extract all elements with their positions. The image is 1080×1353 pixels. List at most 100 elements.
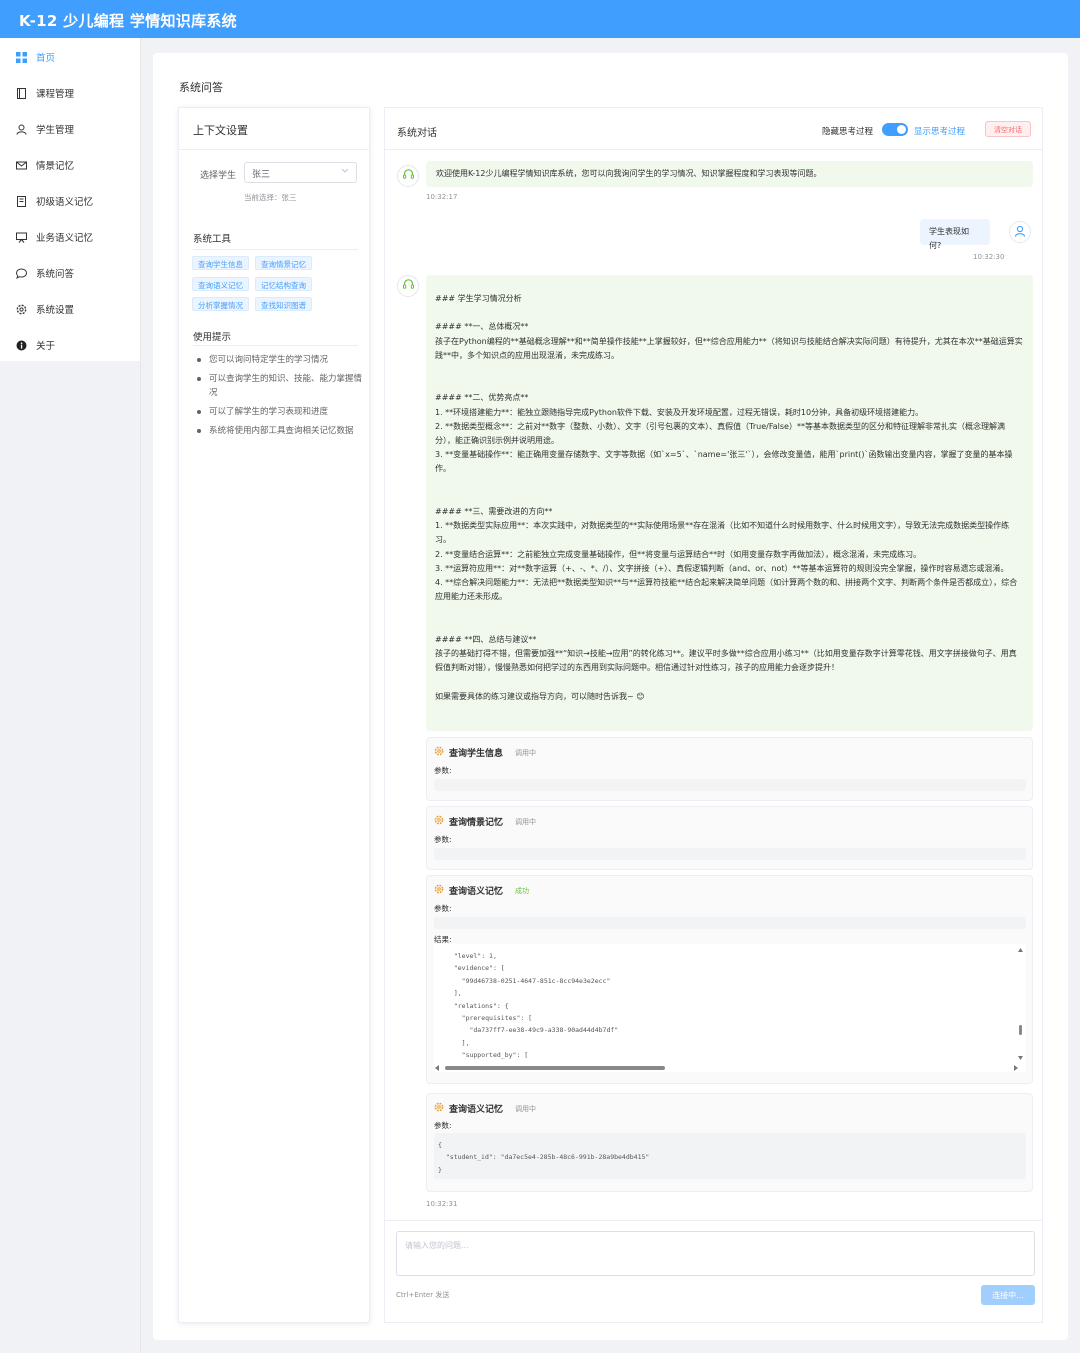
show-thinking-label: 显示思考过程 (914, 127, 966, 137)
notebook-icon (15, 195, 27, 207)
page-title: 系统问答 (179, 81, 223, 94)
tool-tag-query-student[interactable]: 查询学生信息 (192, 256, 249, 270)
message-timestamp: 10:32:17 (426, 193, 458, 201)
divider (385, 1220, 1042, 1221)
chat-icon (15, 267, 27, 279)
sidebar: 首页 课程管理 学生管理 情景记忆 初级语义记忆 业务语义记忆 系统问答 系统设… (0, 38, 141, 361)
tool-status: 成功 (515, 886, 530, 895)
vertical-scrollbar[interactable] (1017, 944, 1024, 1066)
message-timestamp: 10:32:31 (426, 1200, 458, 1208)
tools-section-title: 系统工具 (193, 234, 232, 245)
current-selection: 当前选择：张三 (244, 193, 297, 202)
thinking-toggle[interactable] (882, 123, 908, 136)
sidebar-item-basic-semantic-memory[interactable]: 初级语义记忆 (0, 183, 141, 219)
tool-tag-query-semantic[interactable]: 查询语义记忆 (192, 277, 249, 291)
user-message: 学生表现如何? (920, 219, 990, 250)
tool-tag-query-episodic[interactable]: 查询情景记忆 (255, 256, 312, 270)
book-icon (15, 87, 27, 99)
headset-icon (402, 278, 415, 294)
tool-status: 调用中 (515, 817, 537, 826)
headset-icon (402, 168, 415, 184)
sidebar-item-business-semantic-memory[interactable]: 业务语义记忆 (0, 219, 141, 255)
tool-call-card: 查询语义记忆 调用中 参数: { "student_id": "da7ec5e4… (426, 1093, 1033, 1192)
params-box (434, 848, 1026, 860)
context-panel-title: 上下文设置 (179, 108, 369, 150)
grid-icon (15, 51, 27, 63)
divider (193, 249, 358, 250)
sidebar-item-settings[interactable]: 系统设置 (0, 291, 141, 327)
sidebar-item-system-qa[interactable]: 系统问答 (0, 255, 141, 291)
tool-tag-knowledge-graph[interactable]: 查找知识图谱 (255, 297, 312, 311)
sidebar-item-label: 初级语义记忆 (36, 197, 94, 208)
divider (193, 345, 358, 346)
tip-item: 可以查询学生的知识、技能、能力掌握情况 (193, 372, 363, 400)
params-label: 参数: (434, 835, 452, 844)
sidebar-item-home[interactable]: 首页 (0, 39, 141, 75)
params-label: 参数: (434, 1121, 452, 1130)
bot-avatar (397, 275, 419, 297)
clear-chat-button[interactable]: 清空对话 (985, 121, 1031, 137)
message-timestamp: 10:32:30 (973, 253, 1005, 261)
sidebar-background (0, 361, 141, 1353)
tool-call-card: 查询学生信息 调用中 参数: (426, 737, 1033, 801)
sidebar-item-episodic-memory[interactable]: 情景记忆 (0, 147, 141, 183)
params-box (434, 779, 1026, 791)
sidebar-item-label: 情景记忆 (36, 161, 75, 172)
result-json: "level": 1, "evidence": [ "99d46738-0251… (453, 952, 619, 1060)
sidebar-item-students[interactable]: 学生管理 (0, 111, 141, 147)
student-select-value: 张三 (252, 170, 271, 180)
gear-icon (15, 303, 27, 315)
tool-status: 调用中 (515, 748, 537, 757)
bot-message-welcome: 欢迎使用K-12少儿编程学情知识库系统，您可以向我询问学生的学习情况、知识掌握程… (426, 161, 1033, 187)
tip-item: 系统将使用内部工具查询相关记忆数据 (193, 424, 363, 438)
main-content: 系统问答 上下文设置 选择学生 张三 当前选择：张三 系统工具 查询学生信息 查… (153, 53, 1068, 1340)
presentation-icon (15, 231, 27, 243)
app-title: K-12 少儿编程 学情知识库系统 (19, 12, 237, 30)
hide-thinking-label: 隐藏思考过程 (822, 127, 874, 137)
tool-name: 查询学生信息 (449, 749, 504, 759)
params-box (434, 917, 1026, 929)
sidebar-item-label: 首页 (36, 53, 56, 64)
params-label: 参数: (434, 904, 452, 913)
student-select[interactable]: 张三 (244, 162, 357, 183)
tool-call-card: 查询语义记忆 成功 参数: 结果: "level": 1, "evidence"… (426, 875, 1033, 1084)
chat-panel: 系统对话 隐藏思考过程 显示思考过程 清空对话 欢迎使用K-12少儿编程学情知识… (384, 107, 1043, 1323)
sidebar-item-label: 系统设置 (36, 305, 75, 316)
tool-name: 查询情景记忆 (449, 818, 504, 828)
context-panel: 上下文设置 选择学生 张三 当前选择：张三 系统工具 查询学生信息 查询情景记忆… (178, 107, 370, 1323)
chat-messages[interactable]: 欢迎使用K-12少儿编程学情知识库系统，您可以向我询问学生的学习情况、知识掌握程… (385, 150, 1042, 1220)
sidebar-item-label: 关于 (36, 341, 56, 352)
chat-header: 系统对话 隐藏思考过程 显示思考过程 清空对话 (385, 108, 1042, 150)
question-input[interactable]: 请输入您的问题... (396, 1231, 1035, 1276)
sidebar-item-courses[interactable]: 课程管理 (0, 75, 141, 111)
sidebar-item-label: 学生管理 (36, 125, 75, 136)
tool-call-card: 查询情景记忆 调用中 参数: (426, 806, 1033, 870)
user-avatar (1009, 221, 1031, 243)
user-icon (1014, 225, 1026, 240)
horizontal-scrollbar[interactable] (434, 1064, 1024, 1072)
sidebar-item-label: 业务语义记忆 (36, 233, 94, 244)
sidebar-item-label: 系统问答 (36, 269, 75, 280)
tips-section-title: 使用提示 (193, 332, 232, 343)
tool-status: 调用中 (515, 1104, 537, 1113)
params-label: 参数: (434, 766, 452, 775)
tool-name: 查询语义记忆 (449, 1105, 504, 1115)
tip-item: 可以了解学生的学习表现和进度 (193, 405, 363, 419)
sidebar-item-about[interactable]: 关于 (0, 327, 141, 363)
bot-avatar (397, 165, 419, 187)
send-hint: Ctrl+Enter 发送 (396, 1291, 450, 1299)
gear-icon (434, 884, 444, 897)
result-box[interactable]: "level": 1, "evidence": [ "99d46738-0251… (434, 944, 1026, 1072)
mail-icon (15, 159, 27, 171)
tips-list: 您可以询问特定学生的学习情况 可以查询学生的知识、技能、能力掌握情况 可以了解学… (193, 353, 363, 443)
tool-tag-memory-structure[interactable]: 记忆结构查询 (255, 277, 312, 291)
gear-icon (434, 1102, 444, 1115)
tool-tag-analyze-mastery[interactable]: 分析掌握情况 (192, 297, 249, 311)
send-button[interactable]: 连接中... (981, 1285, 1035, 1305)
student-select-label: 选择学生 (200, 171, 237, 181)
tool-name: 查询语义记忆 (449, 887, 504, 897)
sidebar-item-label: 课程管理 (36, 89, 75, 100)
gear-icon (434, 815, 444, 828)
params-json: { "student_id": "da7ec5e4-285b-48c6-991b… (434, 1133, 1026, 1179)
top-header: K-12 少儿编程 学情知识库系统 (0, 0, 1080, 38)
